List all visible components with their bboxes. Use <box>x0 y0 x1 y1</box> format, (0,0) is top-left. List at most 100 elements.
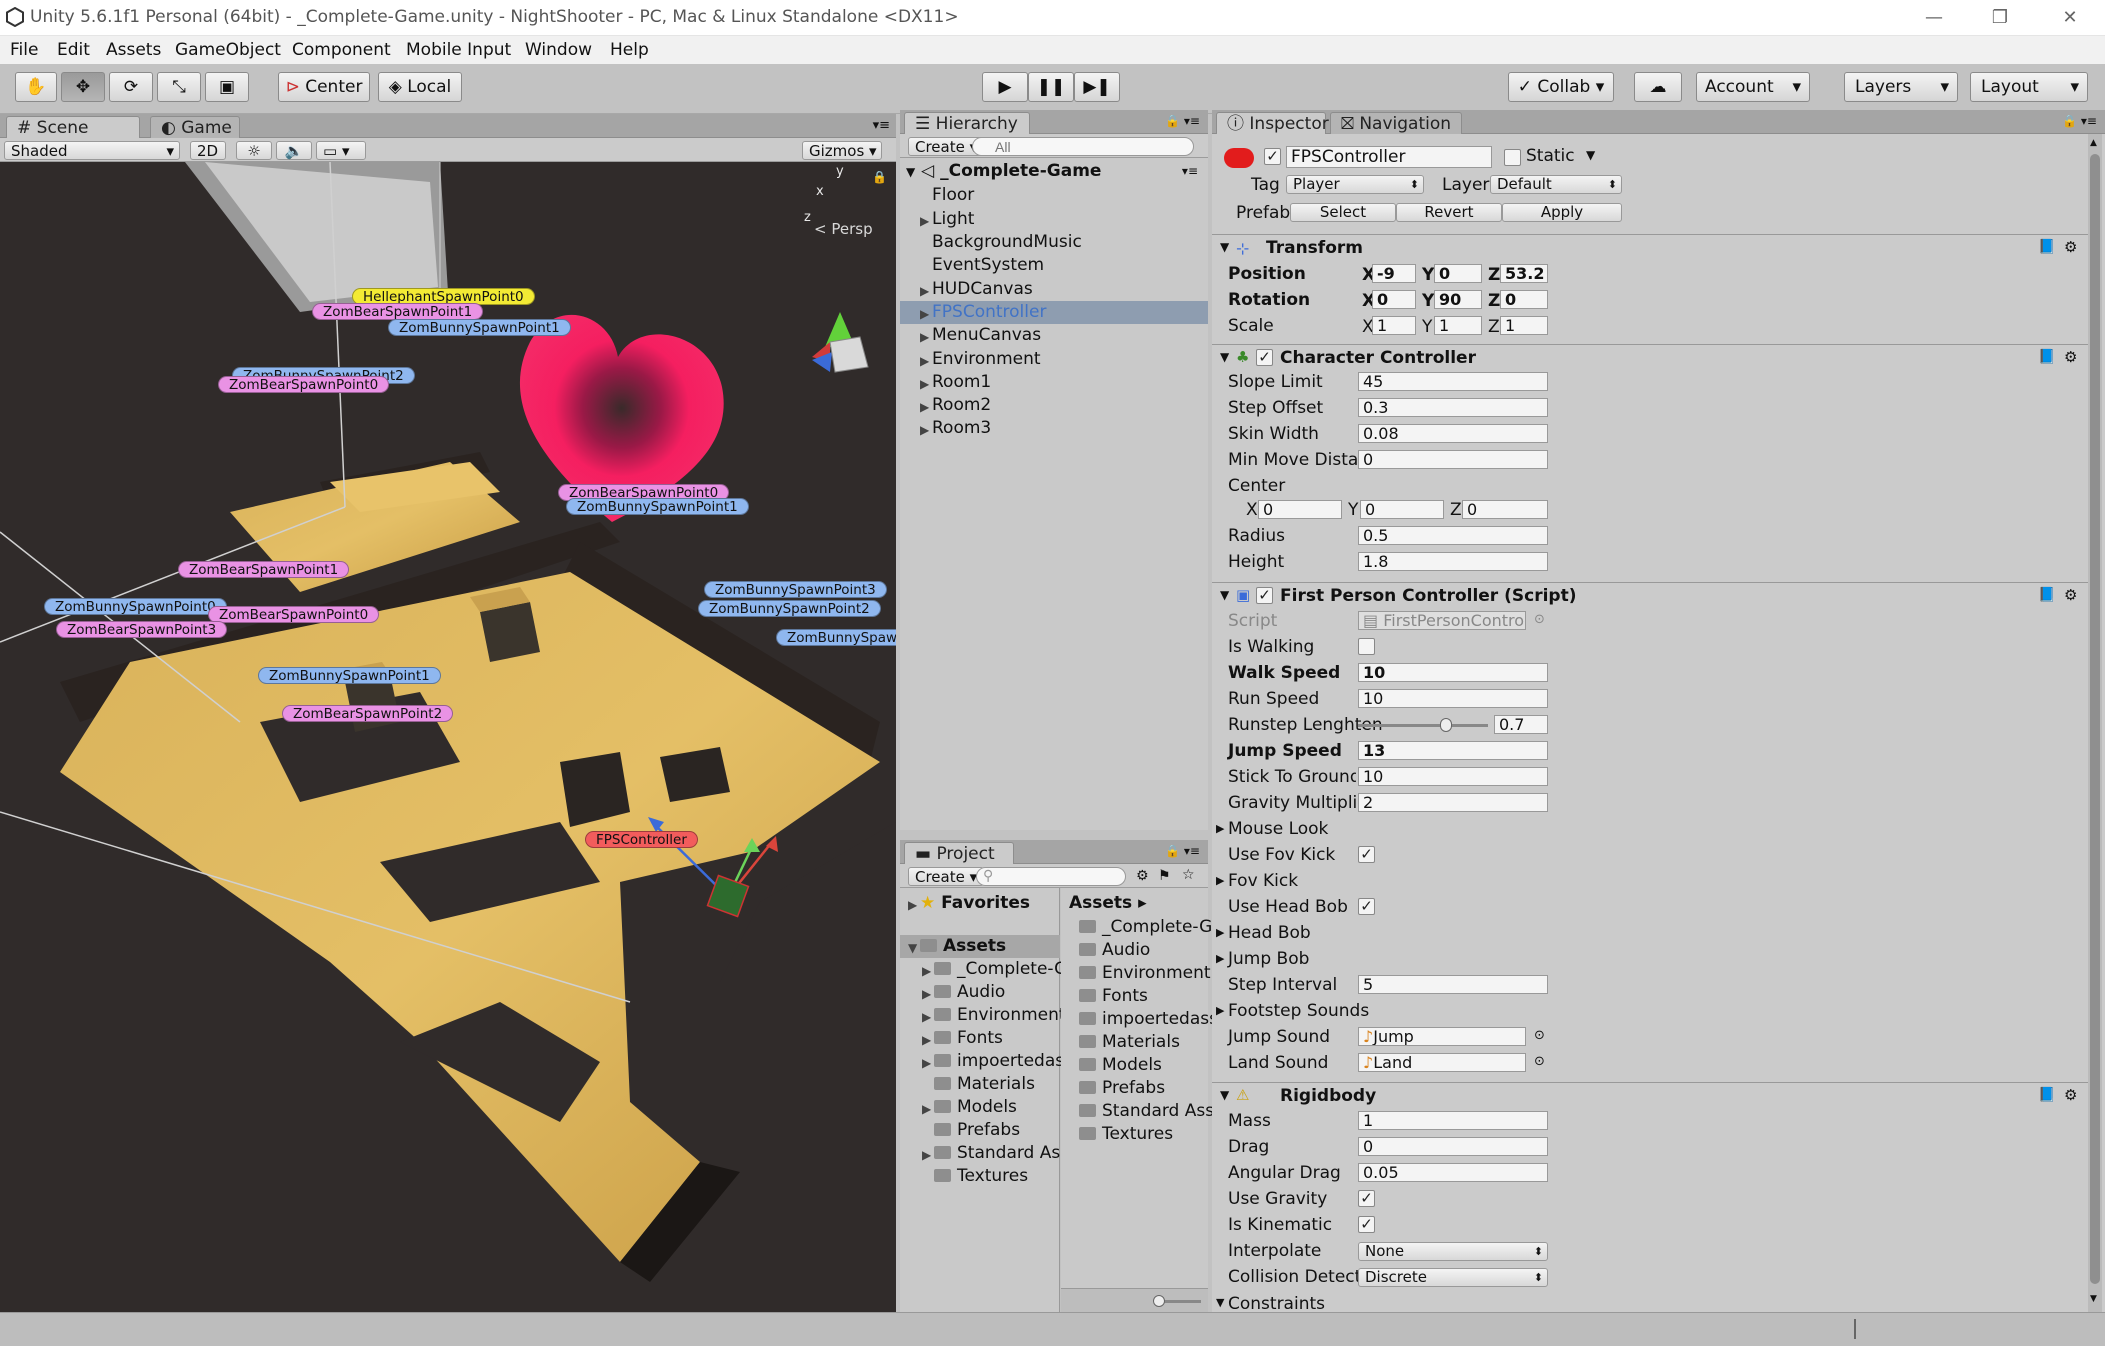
scene-menu-icon[interactable]: ▾≡ <box>1182 164 1198 178</box>
spawn-label[interactable]: ZomBearSpawnPoint0 <box>218 376 390 393</box>
account-dropdown[interactable]: Account ▾ <box>1696 72 1810 102</box>
spawn-label[interactable]: ZomBunnySpawnPoint2 <box>698 600 881 617</box>
menu-edit[interactable]: Edit <box>57 40 90 60</box>
folder-item[interactable]: Prefabs <box>934 1119 1020 1142</box>
use-head-bob-checkbox[interactable]: ✓ <box>1358 898 1375 915</box>
step-offset-field[interactable]: 0.3 <box>1358 398 1548 417</box>
play-button[interactable]: ▶ <box>982 72 1028 102</box>
step-interval-field[interactable]: 5 <box>1358 975 1548 994</box>
prefab-select-button[interactable]: Select <box>1290 203 1396 222</box>
expand-arrow-icon[interactable]: ▶ <box>920 307 929 321</box>
min-move-distance-field[interactable]: 0 <box>1358 450 1548 469</box>
hierarchy-item[interactable]: BackgroundMusic <box>932 231 1082 254</box>
expand-arrow-icon[interactable]: ▶ <box>920 377 929 391</box>
lighting-toggle[interactable]: ☼ <box>236 141 272 160</box>
use-gravity-checkbox[interactable]: ✓ <box>1358 1190 1375 1207</box>
prefab-revert-button[interactable]: Revert <box>1396 203 1502 222</box>
asset-item[interactable]: Prefabs <box>1079 1077 1165 1100</box>
spawn-label[interactable]: ZomBunnySpawnPoint3 <box>704 581 887 598</box>
spawn-label[interactable]: ZomBearSpawnPoint2 <box>282 705 454 722</box>
jump-bob-foldout[interactable]: Jump Bob <box>1228 949 1309 969</box>
tab-scene[interactable]: # Scene <box>6 116 140 138</box>
inspector-scrollbar[interactable]: ▲ ▼ <box>2088 134 2102 1312</box>
menu-mobile-input[interactable]: Mobile Input <box>406 40 511 60</box>
panel-menu-icon[interactable]: ▾≡ <box>873 118 890 133</box>
rotation-z-field[interactable]: 0 <box>1500 290 1548 309</box>
foldout-arrow-icon[interactable]: ▶ <box>1216 1004 1224 1017</box>
tab-hierarchy[interactable]: ☰ Hierarchy <box>904 112 1030 134</box>
favorites-item[interactable]: ★ Favorites <box>920 892 1030 915</box>
land-sound-field[interactable]: ♪Land <box>1358 1053 1526 1072</box>
runstep-field[interactable]: 0.7 <box>1494 715 1548 734</box>
menu-assets[interactable]: Assets <box>106 40 161 60</box>
scroll-down-icon[interactable]: ▼ <box>2090 1294 2097 1304</box>
center-z-field[interactable]: 0 <box>1462 500 1548 519</box>
rect-tool-button[interactable]: ▣ <box>205 72 249 102</box>
expand-arrow-icon[interactable]: ▶ <box>922 1056 931 1070</box>
step-button[interactable]: ▶❚ <box>1074 72 1120 102</box>
rigidbody-header[interactable]: ▼ ⚠ Rigidbody 📘 ⚙ <box>1212 1082 2092 1108</box>
hierarchy-item[interactable]: Room1 <box>932 371 991 394</box>
foldout-arrow-icon[interactable]: ▶ <box>1216 952 1224 965</box>
hierarchy-item[interactable]: MenuCanvas <box>932 324 1041 347</box>
pivot-center-button[interactable]: ⊳ Center <box>278 72 370 102</box>
asset-item[interactable]: Models <box>1079 1054 1162 1077</box>
layers-dropdown[interactable]: Layers ▾ <box>1844 72 1958 102</box>
position-z-field[interactable]: 53.2 <box>1500 264 1548 283</box>
help-book-icon[interactable]: 📘 <box>2038 239 2055 255</box>
folder-item[interactable]: Audio <box>934 981 1005 1004</box>
object-picker-icon[interactable]: ⊙ <box>1534 1028 1545 1043</box>
gizmos-dropdown[interactable]: Gizmos ▾ <box>802 141 882 160</box>
panel-menu-icon[interactable]: 🔒 ▾≡ <box>1165 844 1200 858</box>
foldout-arrow-icon[interactable]: ▶ <box>1216 874 1224 887</box>
active-checkbox[interactable]: ✓ <box>1264 148 1281 165</box>
mass-field[interactable]: 1 <box>1358 1111 1548 1130</box>
transform-header[interactable]: ▼ ⊹ Transform 📘 ⚙ <box>1212 234 2092 260</box>
pivot-local-button[interactable]: ◈ Local <box>378 72 462 102</box>
hierarchy-item[interactable]: Room3 <box>932 417 991 440</box>
rotation-x-field[interactable]: 0 <box>1372 290 1416 309</box>
run-speed-field[interactable]: 10 <box>1358 689 1548 708</box>
hierarchy-item-selected[interactable]: FPSController <box>932 301 1046 324</box>
position-x-field[interactable]: -9 <box>1372 264 1416 283</box>
menu-component[interactable]: Component <box>292 40 391 60</box>
footstep-sounds-foldout[interactable]: Footstep Sounds <box>1228 1001 1369 1021</box>
static-checkbox[interactable] <box>1504 149 1521 166</box>
is-walking-checkbox[interactable] <box>1358 638 1375 655</box>
filter-label-icon[interactable]: ⚑ <box>1158 868 1171 884</box>
skin-width-field[interactable]: 0.08 <box>1358 424 1548 443</box>
project-search-input[interactable]: ⚲ <box>976 867 1126 886</box>
object-picker-icon[interactable]: ⊙ <box>1534 1054 1545 1069</box>
component-gear-icon[interactable]: ⚙ <box>2064 1086 2077 1104</box>
perspective-toggle[interactable]: < Persp <box>814 220 873 238</box>
mouse-look-foldout[interactable]: Mouse Look <box>1228 819 1328 839</box>
move-tool-button[interactable]: ✥ <box>61 72 105 102</box>
collab-button[interactable]: ✓ Collab ▾ <box>1508 72 1614 102</box>
asset-item[interactable]: Materials <box>1079 1031 1180 1054</box>
fps-controller-header[interactable]: ▼ ▣ ✓ First Person Controller (Script) 📘… <box>1212 582 2092 608</box>
folder-item[interactable]: Environment <box>934 1004 1066 1027</box>
expand-arrow-icon[interactable]: ▶ <box>922 1010 931 1024</box>
expand-arrow-icon[interactable]: ▶ <box>908 898 917 912</box>
character-controller-header[interactable]: ▼ ♣ ✓ Character Controller 📘 ⚙ <box>1212 344 2092 370</box>
gravity-multiplier-field[interactable]: 2 <box>1358 793 1548 812</box>
spawn-label[interactable]: ZomBunnySpawnPoint1 <box>388 319 571 336</box>
tab-inspector[interactable]: ⓘ Inspector <box>1216 112 1329 134</box>
rotate-tool-button[interactable]: ⟳ <box>109 72 153 102</box>
expand-arrow-icon[interactable]: ▶ <box>920 354 929 368</box>
pause-button[interactable]: ❚❚ <box>1028 72 1074 102</box>
asset-item[interactable]: Textures <box>1079 1123 1173 1146</box>
expand-arrow-icon[interactable]: ▶ <box>922 1102 931 1116</box>
scene-view[interactable]: y x z < Persp 🔒 HellephantSpawnPoint0 Zo… <box>0 162 896 1312</box>
object-picker-icon[interactable]: ⊙ <box>1534 612 1545 627</box>
folder-item[interactable]: Materials <box>934 1073 1035 1096</box>
hierarchy-item[interactable]: Environment <box>932 348 1041 371</box>
assets-breadcrumb[interactable]: Assets ▸ <box>1069 892 1147 915</box>
help-book-icon[interactable]: 📘 <box>2038 349 2055 365</box>
center-x-field[interactable]: 0 <box>1258 500 1342 519</box>
asset-item[interactable]: Environment <box>1079 962 1211 985</box>
hierarchy-item[interactable]: Floor <box>932 184 974 207</box>
hierarchy-item[interactable]: HUDCanvas <box>932 278 1033 301</box>
scene-root[interactable]: ▼ ◁ _Complete-Game <box>906 160 1101 183</box>
asset-item[interactable]: Fonts <box>1079 985 1148 1008</box>
